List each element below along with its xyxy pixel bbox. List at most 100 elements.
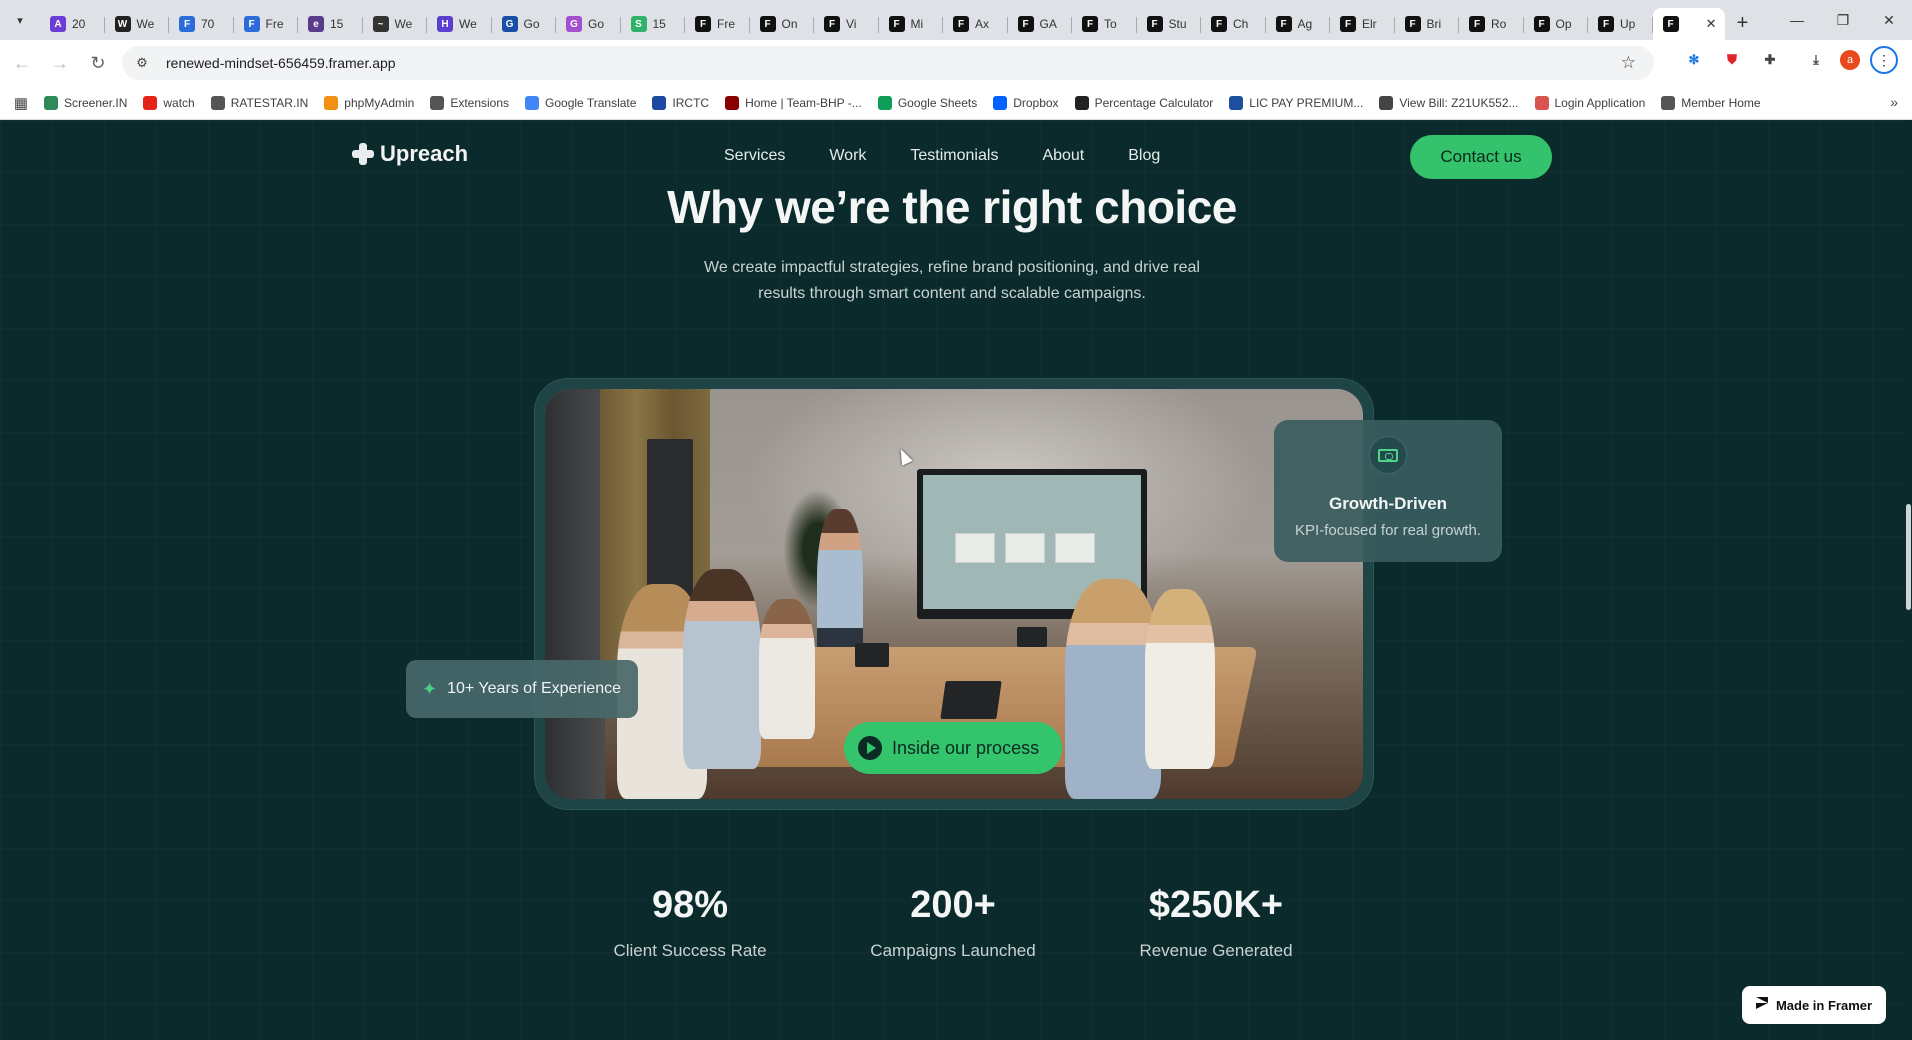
bookmark-label: Login Application <box>1554 95 1646 110</box>
close-window-icon[interactable]: ✕ <box>1866 0 1912 40</box>
close-tab-icon[interactable]: ✕ <box>1706 16 1717 32</box>
bookmark-label: View Bill: Z21UK552... <box>1399 95 1519 110</box>
tab[interactable]: G Go <box>556 8 621 40</box>
bookmark-label: Home | Team-BHP -... <box>745 95 862 110</box>
extensions-puzzle-icon[interactable]: ✚ <box>1756 46 1784 74</box>
tab[interactable]: F Ag <box>1266 8 1331 40</box>
subtext-line-2: results through smart content and scalab… <box>758 285 1146 302</box>
reload-button[interactable]: ↻ <box>82 47 114 79</box>
tab-active[interactable]: F ✕ <box>1652 8 1725 40</box>
tab-strip: ▾ A 20 W We F 70 F Fre e 15 ~ We H We G Go G Go S 15 F Fre F On… <box>0 0 1912 40</box>
bookmark-item[interactable]: phpMyAdmin <box>324 95 414 110</box>
made-in-framer-badge[interactable]: Made in Framer <box>1742 986 1886 1024</box>
tab-search-dropdown-icon[interactable]: ▾ <box>0 0 40 40</box>
bookmark-item[interactable]: Home | Team-BHP -... <box>725 95 862 110</box>
tab[interactable]: F Fre <box>234 8 299 40</box>
tab[interactable]: F Op <box>1524 8 1589 40</box>
tab-favicon-icon: W <box>114 16 131 32</box>
apps-grid-icon[interactable]: ▦ <box>10 92 32 114</box>
tab[interactable]: F Ro <box>1459 8 1524 40</box>
tab[interactable]: S 15 <box>621 8 686 40</box>
bookmark-item[interactable]: LIC PAY PREMIUM... <box>1229 95 1363 110</box>
bookmark-item[interactable]: watch <box>143 95 195 110</box>
bookmarks-bar: ▦ Screener.IN watch RATESTAR.IN phpMyAdmin E… <box>0 86 1912 120</box>
tab-favicon-icon: F <box>1404 16 1421 32</box>
tab[interactable]: F Stu <box>1137 8 1202 40</box>
restore-icon[interactable]: ❐ <box>1820 0 1866 40</box>
experience-text: 10+ Years of Experience <box>447 680 621 697</box>
bookmark-item[interactable]: Member Home <box>1661 95 1761 110</box>
tab-favicon-icon: F <box>759 16 776 32</box>
nav-testimonials[interactable]: Testimonials <box>910 147 998 165</box>
extension-shield-icon[interactable]: ⛊ <box>1718 46 1746 74</box>
tab-title: Op <box>1555 17 1572 31</box>
bookmark-item[interactable]: RATESTAR.IN <box>210 95 308 110</box>
menu-kebab-icon[interactable]: ⋮ <box>1870 46 1898 74</box>
tab[interactable]: G Go <box>492 8 557 40</box>
tab[interactable]: F Vi <box>814 8 879 40</box>
inside-process-button[interactable]: Inside our process <box>844 722 1062 774</box>
sheets-icon <box>877 95 892 110</box>
bookmark-label: Screener.IN <box>64 95 128 110</box>
bookmark-item[interactable]: Google Sheets <box>877 95 977 110</box>
tab[interactable]: F Up <box>1588 8 1653 40</box>
tab[interactable]: F Ch <box>1201 8 1266 40</box>
bookmark-item[interactable]: Extensions <box>430 95 509 110</box>
bookmark-item[interactable]: Screener.IN <box>44 95 128 110</box>
bookmark-item[interactable]: Percentage Calculator <box>1074 95 1213 110</box>
site-info-icon[interactable]: ⚙ <box>128 49 156 77</box>
back-button[interactable]: ← <box>6 47 38 79</box>
tab[interactable]: F Ax <box>943 8 1008 40</box>
tab[interactable]: F To <box>1072 8 1137 40</box>
ratestar-icon <box>210 95 225 110</box>
tab[interactable]: F Bri <box>1395 8 1460 40</box>
more-bookmarks-icon[interactable]: » <box>1890 94 1898 110</box>
tab-title: 15 <box>652 17 666 31</box>
tab[interactable]: F Fre <box>685 8 750 40</box>
minimize-icon[interactable]: — <box>1774 0 1820 40</box>
tab[interactable]: F On <box>750 8 815 40</box>
tab[interactable]: F Elr <box>1330 8 1395 40</box>
bookmark-label: Member Home <box>1681 95 1761 110</box>
irctc-icon <box>652 95 667 110</box>
new-tab-button[interactable]: + <box>1725 7 1761 39</box>
tab-favicon-icon: F <box>179 16 195 32</box>
bookmark-item[interactable]: IRCTC <box>652 95 709 110</box>
tab-title: 15 <box>330 17 344 31</box>
downloads-icon[interactable]: ⤓ <box>1802 46 1830 74</box>
extension-blue-icon[interactable]: ✻ <box>1680 46 1708 74</box>
nav-services[interactable]: Services <box>724 147 785 165</box>
nav-about[interactable]: About <box>1042 147 1084 165</box>
bookmark-item[interactable]: Dropbox <box>993 95 1059 110</box>
tab[interactable]: e 15 <box>298 8 363 40</box>
tab[interactable]: W We <box>105 8 170 40</box>
bookmark-item[interactable]: View Bill: Z21UK552... <box>1379 95 1519 110</box>
tab-favicon-icon: F <box>888 16 905 32</box>
tab-title: 70 <box>201 17 215 31</box>
tab[interactable]: A 20 <box>40 8 105 40</box>
bookmark-item[interactable]: Google Translate <box>525 95 636 110</box>
tab[interactable]: F GA <box>1008 8 1073 40</box>
site-logo[interactable]: Upreach <box>352 141 468 167</box>
tab[interactable]: F 70 <box>169 8 234 40</box>
tab[interactable]: H We <box>427 8 492 40</box>
tab-title: We <box>136 17 155 31</box>
bill-icon <box>1379 95 1394 110</box>
forward-button[interactable]: → <box>44 47 76 79</box>
nav-work[interactable]: Work <box>829 147 866 165</box>
tab[interactable]: F Mi <box>879 8 944 40</box>
profile-avatar[interactable]: a <box>1840 50 1860 70</box>
tab[interactable]: ~ We <box>363 8 428 40</box>
bookmark-item[interactable]: Login Application <box>1534 95 1646 110</box>
tab-title: Ax <box>975 17 990 31</box>
bookmark-label: watch <box>163 95 195 110</box>
url-text[interactable]: renewed-mindset-656459.framer.app <box>166 55 396 71</box>
scrollbar-thumb[interactable] <box>1906 504 1911 610</box>
address-bar[interactable]: ⚙ renewed-mindset-656459.framer.app ☆ <box>122 46 1654 80</box>
tab-favicon-icon: F <box>824 16 840 32</box>
contact-button[interactable]: Contact us <box>1410 135 1552 179</box>
nav-blog[interactable]: Blog <box>1128 147 1160 165</box>
page-scrollbar[interactable] <box>1904 120 1912 1040</box>
bookmark-star-icon[interactable]: ☆ <box>1621 53 1636 73</box>
photo-person <box>759 599 815 739</box>
